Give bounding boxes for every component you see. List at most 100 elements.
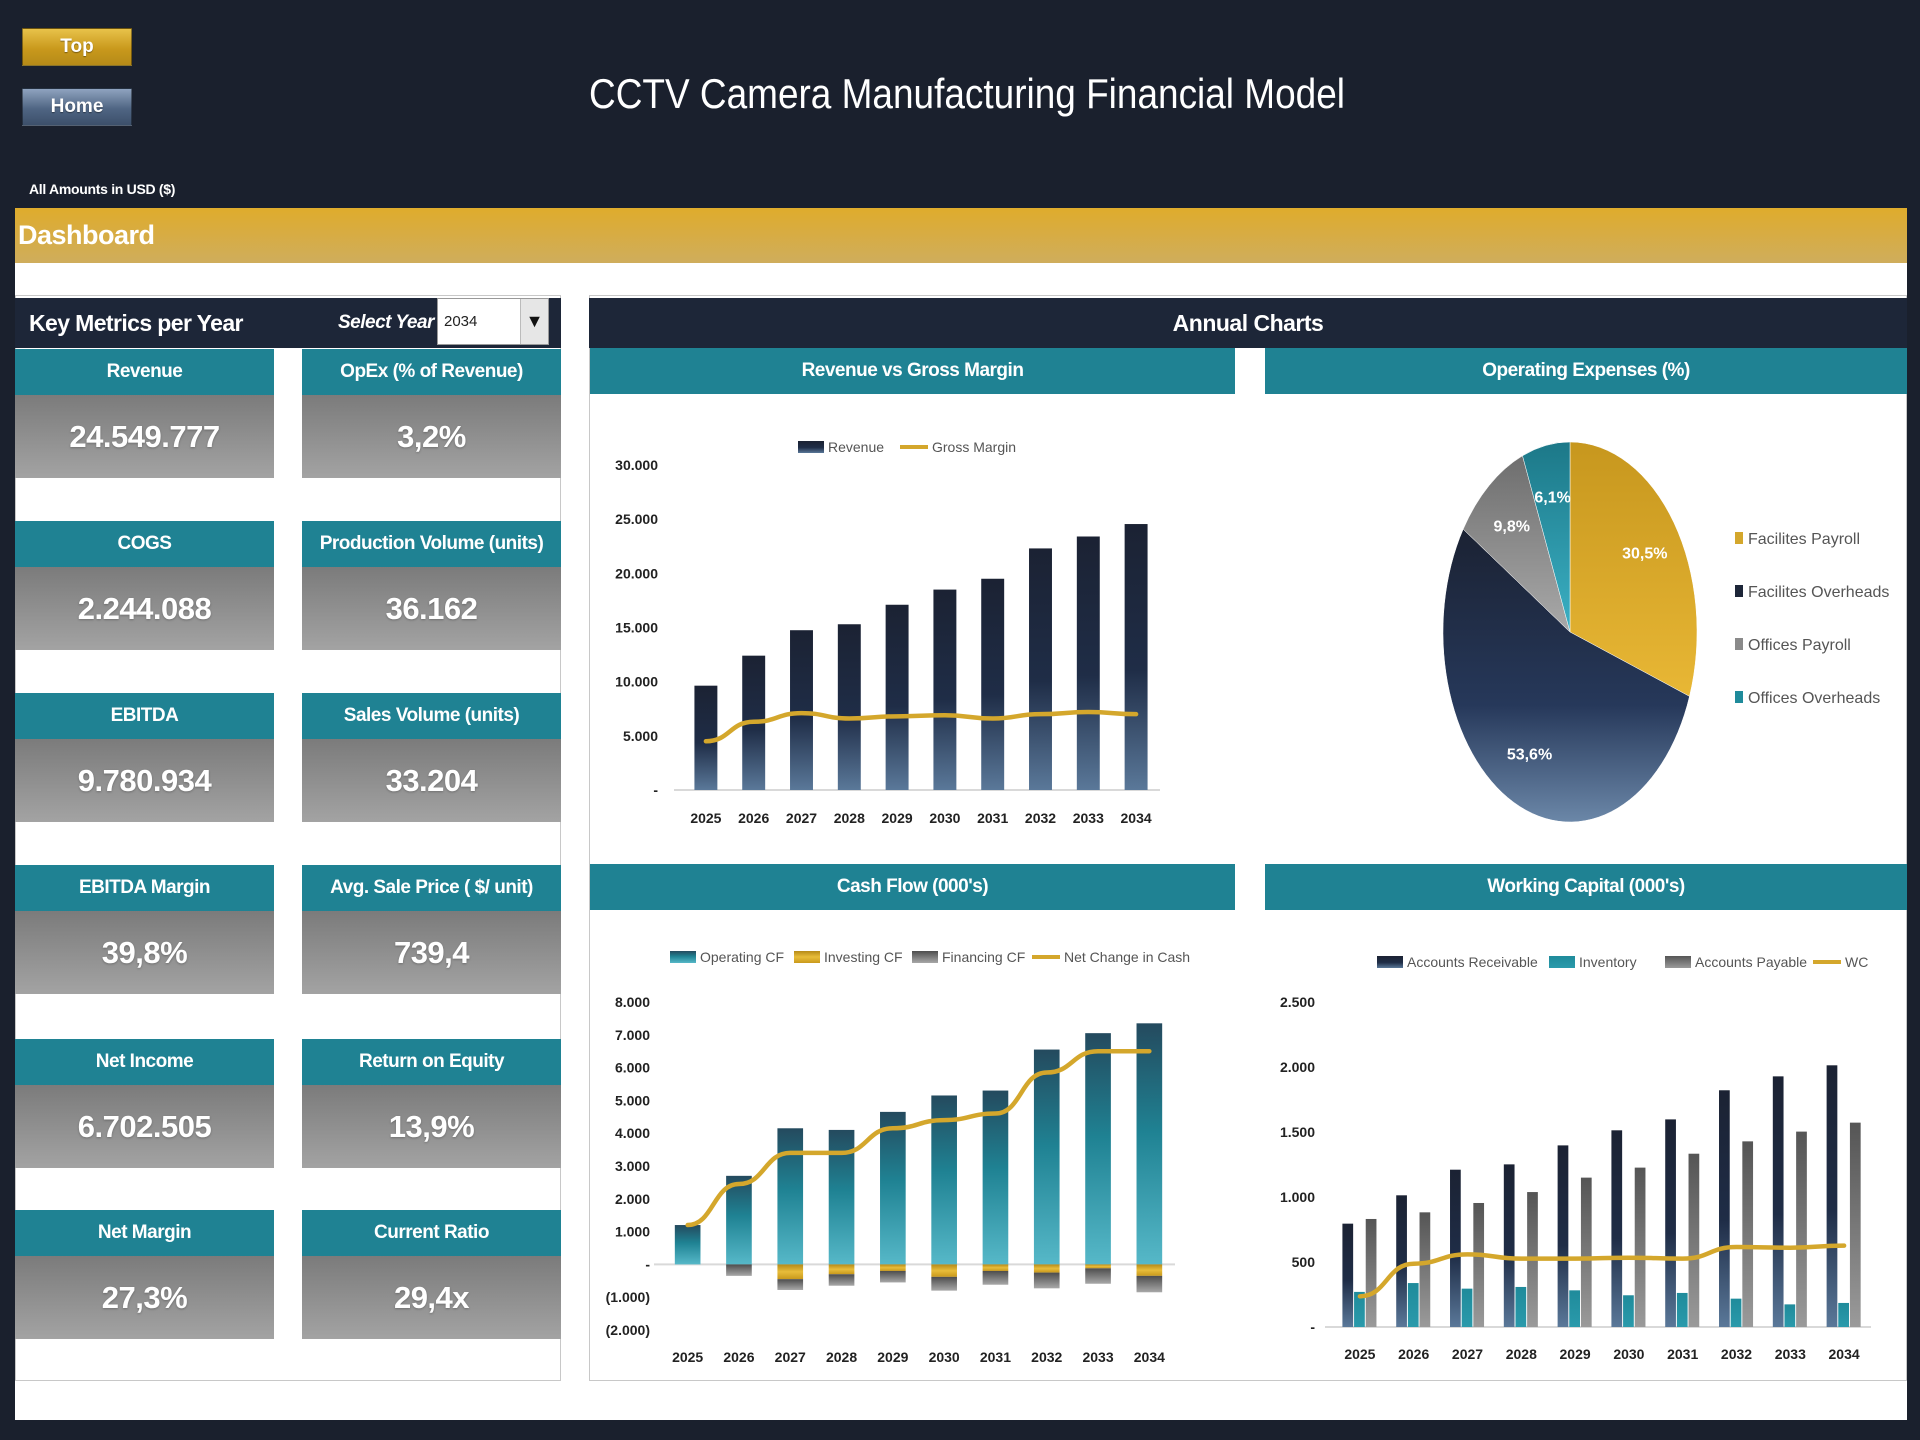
y-tick-label: 4.000 bbox=[615, 1125, 650, 1141]
bar-accounts-receivable-2028 bbox=[1503, 1164, 1515, 1327]
kpi-value-sales-volume-units: 33.204 bbox=[302, 739, 561, 822]
kpi-value-current-ratio: 29,4x bbox=[302, 1256, 561, 1339]
bar-inventory-2034 bbox=[1838, 1302, 1849, 1327]
bar-accounts-payable-2026 bbox=[1419, 1212, 1431, 1327]
kpi-label-net-margin: Net Margin bbox=[15, 1210, 274, 1256]
bar-accounts-receivable-2030 bbox=[1611, 1130, 1623, 1327]
y-tick-label: 30.000 bbox=[615, 457, 658, 473]
bar-investing-cf-2030 bbox=[931, 1264, 957, 1277]
cashflow-chart-header: Cash Flow (000's) bbox=[590, 864, 1235, 910]
legend-accounts-receivable-swatch bbox=[1377, 956, 1403, 968]
legend-facilites-payroll-swatch bbox=[1735, 532, 1743, 544]
revenue-chart-header: Revenue vs Gross Margin bbox=[590, 348, 1235, 394]
x-tick-label: 2025 bbox=[672, 1349, 703, 1365]
pie-label-offices-overheads: 6,1% bbox=[1534, 490, 1570, 507]
legend-offices-overheads-label: Offices Overheads bbox=[1748, 690, 1880, 707]
x-tick-label: 2029 bbox=[1560, 1346, 1591, 1362]
legend-operating-cf-swatch bbox=[670, 951, 696, 963]
y-tick-label: 6.000 bbox=[615, 1060, 650, 1076]
x-tick-label: 2029 bbox=[882, 810, 913, 826]
bar-inventory-2028 bbox=[1515, 1286, 1527, 1327]
bar-operating-cf-2033 bbox=[1085, 1033, 1111, 1265]
bar-revenue-2033 bbox=[1076, 536, 1100, 790]
x-tick-label: 2029 bbox=[877, 1349, 908, 1365]
pie-label-facilites-payroll: 30,5% bbox=[1622, 545, 1667, 562]
bar-inventory-2031 bbox=[1676, 1292, 1688, 1327]
x-tick-label: 2032 bbox=[1721, 1346, 1752, 1362]
kpi-value-net-income: 6.702.505 bbox=[15, 1085, 274, 1168]
x-tick-label: 2026 bbox=[723, 1349, 754, 1365]
kpi-value-revenue: 24.549.777 bbox=[15, 395, 274, 478]
legend-offices-payroll-label: Offices Payroll bbox=[1748, 637, 1851, 654]
bar-accounts-payable-2034 bbox=[1849, 1122, 1861, 1327]
bar-accounts-payable-2029 bbox=[1580, 1177, 1592, 1327]
bar-inventory-2027 bbox=[1461, 1288, 1473, 1327]
y-tick-label: 500 bbox=[1292, 1254, 1316, 1270]
year-select[interactable]: 2034 ▼ bbox=[437, 298, 549, 345]
bar-inventory-2029 bbox=[1569, 1290, 1580, 1327]
bar-revenue-2034 bbox=[1124, 524, 1148, 790]
bar-investing-cf-2033 bbox=[1085, 1264, 1111, 1269]
x-tick-label: 2028 bbox=[1506, 1346, 1537, 1362]
kpi-value-production-volume-units: 36.162 bbox=[302, 567, 561, 650]
bar-financing-cf-2033 bbox=[1085, 1268, 1111, 1284]
bar-revenue-2031 bbox=[981, 578, 1005, 790]
y-tick-label: (1.000) bbox=[606, 1289, 650, 1305]
x-tick-label: 2033 bbox=[1775, 1346, 1806, 1362]
x-tick-label: 2025 bbox=[1344, 1346, 1375, 1362]
bar-revenue-2027 bbox=[790, 630, 813, 790]
legend-gross-margin-label: Gross Margin bbox=[932, 439, 1016, 455]
wc-chart: - 500 1.000 1.500 2.000 2.500 2025 2026 2027 2028… bbox=[1280, 954, 1871, 1362]
legend-net-change-in-cash-label: Net Change in Cash bbox=[1064, 949, 1190, 965]
x-tick-label: 2027 bbox=[1452, 1346, 1483, 1362]
bar-financing-cf-2032 bbox=[1033, 1272, 1060, 1289]
kpi-label-revenue: Revenue bbox=[15, 349, 274, 395]
y-tick-label: 8.000 bbox=[615, 994, 650, 1010]
bar-revenue-2028 bbox=[837, 624, 861, 790]
dropdown-arrow-icon[interactable]: ▼ bbox=[520, 299, 548, 344]
kpi-value-net-margin: 27,3% bbox=[15, 1256, 274, 1339]
bar-investing-cf-2028 bbox=[828, 1264, 855, 1275]
bar-investing-cf-2029 bbox=[880, 1264, 906, 1271]
x-tick-label: 2034 bbox=[1134, 1349, 1165, 1365]
bar-operating-cf-2027 bbox=[777, 1128, 804, 1265]
x-tick-label: 2028 bbox=[834, 810, 865, 826]
y-tick-label: - bbox=[1310, 1319, 1315, 1335]
legend-offices-payroll-swatch bbox=[1735, 638, 1743, 650]
bar-accounts-payable-2033 bbox=[1796, 1131, 1807, 1327]
bar-financing-cf-2034 bbox=[1136, 1275, 1163, 1293]
x-tick-label: 2034 bbox=[1121, 810, 1152, 826]
section-title: Dashboard bbox=[18, 220, 155, 250]
top-button[interactable]: Top bbox=[22, 28, 132, 66]
bar-accounts-receivable-2026 bbox=[1396, 1195, 1407, 1327]
kpi-label-avg-sale-price-unit: Avg. Sale Price ( $/ unit) bbox=[302, 865, 561, 911]
y-tick-label: - bbox=[645, 1256, 650, 1272]
bar-revenue-2025 bbox=[694, 685, 718, 790]
line-wc bbox=[1357, 1243, 1847, 1299]
legend-revenue-label: Revenue bbox=[828, 439, 884, 455]
kpi-label-production-volume-units: Production Volume (units) bbox=[302, 521, 561, 567]
bar-financing-cf-2027 bbox=[777, 1279, 804, 1290]
bar-operating-cf-2026 bbox=[726, 1175, 752, 1265]
cashflow-chart-title: Cash Flow (000's) bbox=[836, 876, 989, 897]
y-tick-label: 15.000 bbox=[615, 620, 658, 636]
kpi-value-cogs: 2.244.088 bbox=[15, 567, 274, 650]
cashflow-chart: (2.000) (1.000) - 1.000 2.000 3.000 4.000 5.000… bbox=[606, 949, 1190, 1365]
legend-facilites-overheads-label: Facilites Overheads bbox=[1748, 584, 1889, 601]
y-tick-label: 25.000 bbox=[615, 511, 658, 527]
x-tick-label: 2031 bbox=[977, 810, 1008, 826]
pie-label-facilites-overheads: 53,6% bbox=[1507, 747, 1552, 764]
bar-operating-cf-2029 bbox=[880, 1111, 906, 1265]
bar-revenue-2029 bbox=[885, 604, 909, 790]
kpi-value-ebitda: 9.780.934 bbox=[15, 739, 274, 822]
y-tick-label: - bbox=[653, 782, 658, 798]
bar-financing-cf-2031 bbox=[982, 1270, 1009, 1285]
legend-revenue-swatch bbox=[798, 441, 824, 453]
y-tick-label: 3.000 bbox=[615, 1158, 650, 1174]
opex-chart-header: Operating Expenses (%) bbox=[1265, 348, 1907, 394]
revenue-chart: - 5.000 10.000 15.000 20.000 25.000 30.000 2025… bbox=[615, 439, 1160, 826]
kpi-label-cogs: COGS bbox=[15, 521, 274, 567]
bar-operating-cf-2034 bbox=[1136, 1023, 1163, 1265]
y-tick-label: 1.000 bbox=[615, 1224, 650, 1240]
kpi-label-opex-of-revenue: OpEx (% of Revenue) bbox=[302, 349, 561, 395]
